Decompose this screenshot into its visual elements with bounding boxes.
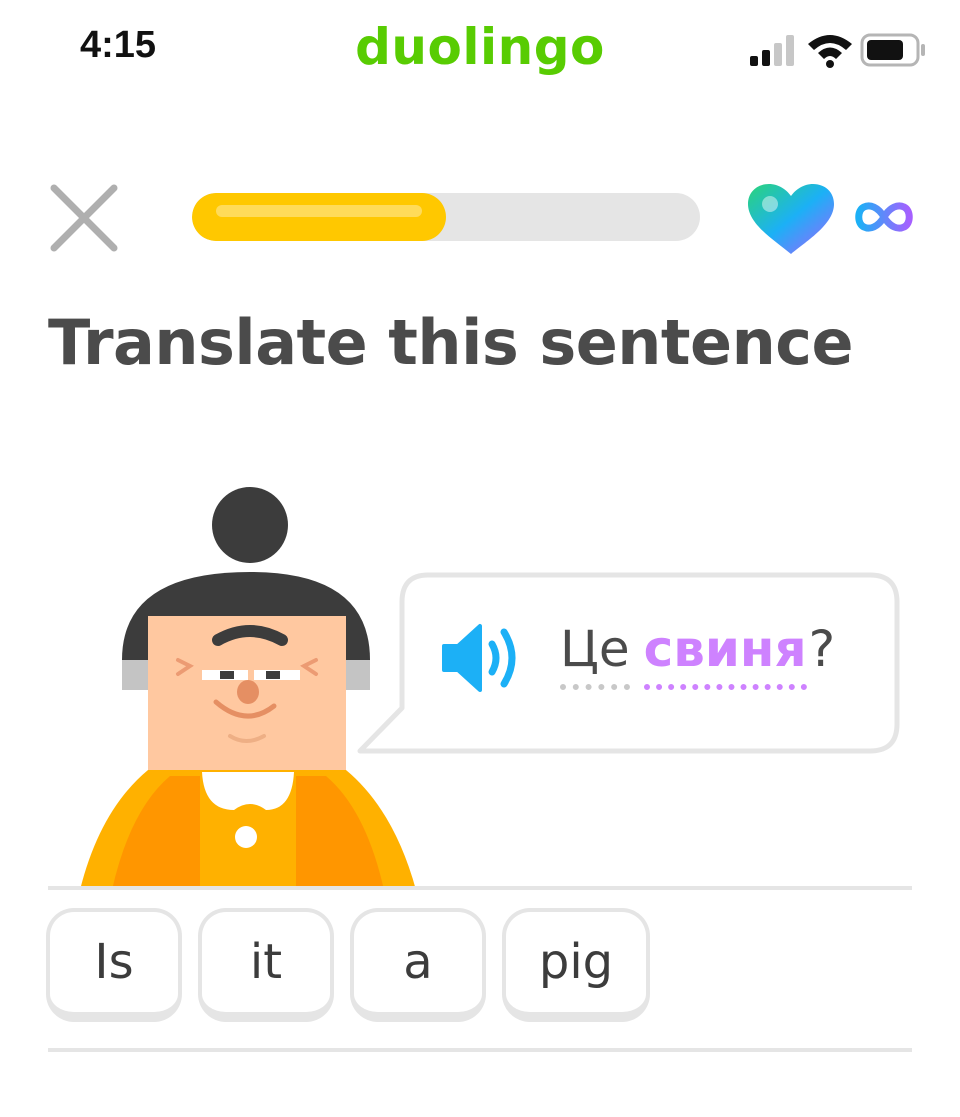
prompt-punctuation: ? <box>808 620 836 678</box>
exercise-title: Translate this sentence <box>48 306 854 379</box>
status-icons <box>750 33 925 68</box>
lesson-progress-bar <box>192 193 700 241</box>
progress-shine <box>216 205 422 217</box>
signal-icon <box>750 35 794 66</box>
heart-icon[interactable] <box>744 182 838 256</box>
battery-icon <box>860 33 925 67</box>
answer-line-bottom <box>48 1048 912 1052</box>
prompt-word[interactable]: Це <box>560 620 630 690</box>
word-chip[interactable]: Is <box>46 908 182 1022</box>
word-chip[interactable]: a <box>350 908 486 1022</box>
word-chip[interactable]: it <box>198 908 334 1022</box>
close-icon[interactable] <box>46 180 122 256</box>
infinity-icon <box>855 202 913 232</box>
wifi-icon <box>808 35 852 68</box>
prompt-sentence: Це свиня? <box>560 620 835 700</box>
prompt-word-new[interactable]: свиня <box>643 620 807 690</box>
answer-line-top <box>48 886 912 890</box>
progress-fill <box>192 193 446 241</box>
word-chip[interactable]: pig <box>502 908 650 1022</box>
speaker-icon[interactable] <box>440 620 526 696</box>
